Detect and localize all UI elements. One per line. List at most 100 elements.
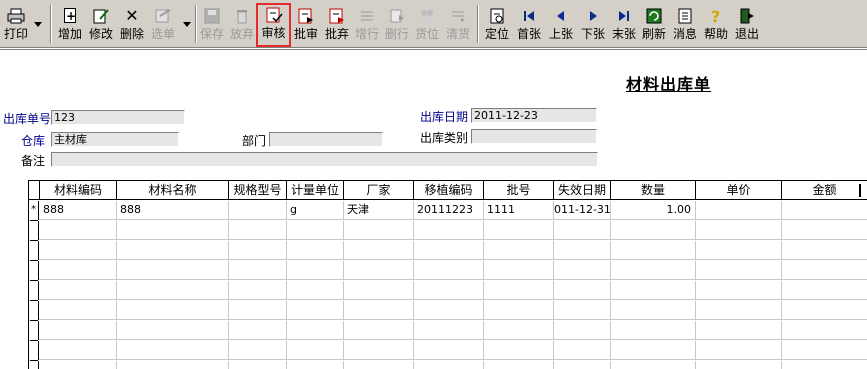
grid-cell[interactable] bbox=[554, 361, 611, 369]
grid-cell[interactable] bbox=[611, 221, 696, 240]
grid-cell[interactable] bbox=[554, 321, 611, 340]
col-header-material-name[interactable]: 材料名称 bbox=[117, 181, 229, 200]
grid-cell[interactable] bbox=[117, 321, 229, 340]
cell-batch-no[interactable]: 1111 bbox=[484, 201, 554, 220]
grid-cell[interactable] bbox=[287, 281, 344, 300]
grid-cell[interactable] bbox=[414, 281, 484, 300]
cell-quantity[interactable]: 1.00 bbox=[611, 201, 696, 220]
save-button[interactable]: 保存 bbox=[198, 5, 226, 45]
grid-cell[interactable] bbox=[287, 301, 344, 320]
grid-cell[interactable] bbox=[782, 321, 867, 340]
grid-cell[interactable] bbox=[696, 361, 782, 369]
grid-cell[interactable] bbox=[554, 221, 611, 240]
add-row-button[interactable]: 增行 bbox=[353, 5, 381, 45]
help-button[interactable]: ? 帮助 bbox=[702, 5, 730, 45]
table-row[interactable] bbox=[29, 221, 867, 241]
grid-cell[interactable] bbox=[414, 221, 484, 240]
next-button[interactable]: 下张 bbox=[578, 5, 608, 45]
grid-cell[interactable] bbox=[344, 221, 414, 240]
table-row[interactable] bbox=[29, 241, 867, 261]
col-header-transplant-code[interactable]: 移植编码 bbox=[414, 181, 484, 200]
grid-cell[interactable] bbox=[344, 281, 414, 300]
discard-button[interactable]: 放弃 bbox=[228, 5, 256, 45]
date-field[interactable]: 2011-12-23 bbox=[471, 108, 597, 123]
table-row[interactable] bbox=[29, 261, 867, 281]
grid-cell[interactable] bbox=[782, 341, 867, 360]
grid-cell[interactable] bbox=[117, 261, 229, 280]
batch-discard-button[interactable]: 批弃 bbox=[322, 5, 352, 45]
grid-cell[interactable] bbox=[287, 341, 344, 360]
col-header-unit[interactable]: 计量单位 bbox=[287, 181, 344, 200]
grid-cell[interactable] bbox=[229, 221, 287, 240]
grid-cell[interactable] bbox=[40, 361, 117, 369]
grid-cell[interactable] bbox=[229, 321, 287, 340]
grid-cell[interactable] bbox=[229, 261, 287, 280]
grid-cell[interactable] bbox=[287, 321, 344, 340]
grid-cell[interactable] bbox=[484, 241, 554, 260]
edit-button[interactable]: 修改 bbox=[86, 5, 116, 45]
grid-cell[interactable] bbox=[696, 241, 782, 260]
grid-cell[interactable] bbox=[117, 361, 229, 369]
grid-cell[interactable] bbox=[611, 241, 696, 260]
grid-cell[interactable] bbox=[40, 281, 117, 300]
grid-cell[interactable] bbox=[696, 341, 782, 360]
grid-cell[interactable] bbox=[484, 321, 554, 340]
grid-cell[interactable] bbox=[40, 301, 117, 320]
grid-cell[interactable] bbox=[611, 341, 696, 360]
grid-cell[interactable] bbox=[782, 301, 867, 320]
grid-cell[interactable] bbox=[229, 361, 287, 369]
grid-cell[interactable] bbox=[611, 261, 696, 280]
delete-button[interactable]: ✕ 删除 bbox=[117, 5, 147, 45]
col-header-material-code[interactable]: 材料编码 bbox=[40, 181, 117, 200]
delete-row-button[interactable]: 删行 bbox=[383, 5, 411, 45]
table-row[interactable] bbox=[29, 361, 867, 369]
grid-cell[interactable] bbox=[696, 321, 782, 340]
cell-amount[interactable] bbox=[782, 201, 867, 220]
grid-cell[interactable] bbox=[611, 361, 696, 369]
grid-cell[interactable] bbox=[287, 361, 344, 369]
cell-material-name[interactable]: 888 bbox=[117, 201, 229, 220]
dept-field[interactable] bbox=[269, 132, 383, 147]
grid-cell[interactable] bbox=[554, 261, 611, 280]
grid-cell[interactable] bbox=[696, 261, 782, 280]
select-dropdown-button[interactable] bbox=[180, 5, 194, 45]
cell-transplant-code[interactable]: 20111223 bbox=[414, 201, 484, 220]
grid-cell[interactable] bbox=[414, 341, 484, 360]
grid-cell[interactable] bbox=[696, 281, 782, 300]
locate-button[interactable]: 定位 bbox=[482, 5, 512, 45]
col-header-manufacturer[interactable]: 厂家 bbox=[344, 181, 414, 200]
add-button[interactable]: + 增加 bbox=[56, 5, 84, 45]
print-button[interactable]: 打印 bbox=[2, 5, 30, 45]
grid-cell[interactable] bbox=[344, 301, 414, 320]
grid-cell[interactable] bbox=[782, 261, 867, 280]
cell-material-code[interactable]: 888 bbox=[40, 201, 117, 220]
clear-goods-button[interactable]: 清货 bbox=[444, 5, 472, 45]
grid-cell[interactable] bbox=[782, 221, 867, 240]
grid-cell[interactable] bbox=[611, 321, 696, 340]
grid-cell[interactable] bbox=[229, 281, 287, 300]
grid-cell[interactable] bbox=[229, 241, 287, 260]
col-header-unit-price[interactable]: 单价 bbox=[696, 181, 782, 200]
cell-unit-price[interactable] bbox=[696, 201, 782, 220]
grid-cell[interactable] bbox=[344, 361, 414, 369]
grid-cell[interactable] bbox=[344, 321, 414, 340]
grid-cell[interactable] bbox=[484, 361, 554, 369]
grid-cell[interactable] bbox=[696, 301, 782, 320]
grid-cell[interactable] bbox=[782, 361, 867, 369]
grid-cell[interactable] bbox=[414, 301, 484, 320]
first-button[interactable]: 首张 bbox=[514, 5, 544, 45]
print-dropdown-button[interactable] bbox=[31, 5, 45, 45]
table-row[interactable]: * 888 888 g 天津 20111223 1111 011-12-31 1… bbox=[29, 201, 867, 221]
audit-button[interactable]: 审核 bbox=[256, 3, 291, 47]
grid-cell[interactable] bbox=[414, 261, 484, 280]
stock-position-button[interactable]: 货位 bbox=[413, 5, 441, 45]
select-button[interactable]: 选单 bbox=[148, 5, 178, 45]
grid-cell[interactable] bbox=[554, 241, 611, 260]
grid-cell[interactable] bbox=[40, 341, 117, 360]
grid-cell[interactable] bbox=[782, 281, 867, 300]
grid-cell[interactable] bbox=[344, 261, 414, 280]
cell-spec[interactable] bbox=[229, 201, 287, 220]
table-row[interactable] bbox=[29, 341, 867, 361]
refresh-button[interactable]: 刷新 bbox=[640, 5, 668, 45]
note-field[interactable] bbox=[51, 152, 598, 167]
